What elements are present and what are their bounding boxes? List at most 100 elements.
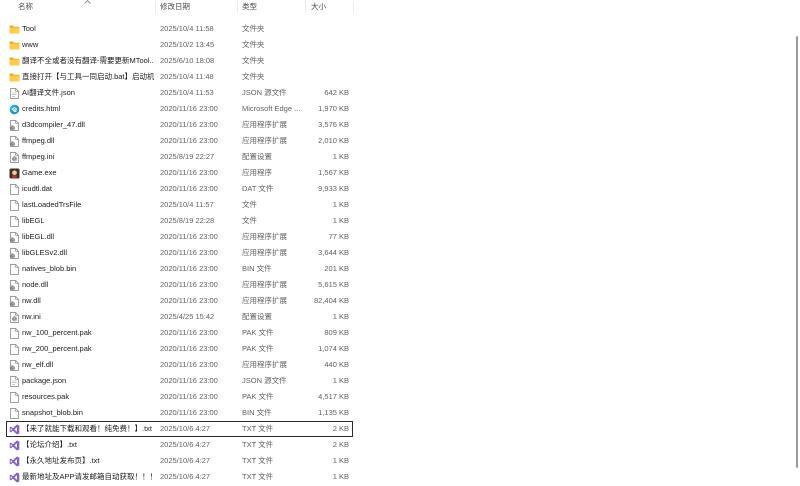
column-header-name[interactable]: 名称 xyxy=(18,0,148,15)
file-size xyxy=(305,37,349,53)
column-divider[interactable] xyxy=(155,1,156,13)
file-row[interactable]: Game.exe 2020/11/16 23:00 应用程序 1,567 KB xyxy=(6,165,353,181)
file-type: TXT 文件 xyxy=(242,472,274,481)
file-row[interactable]: node.dll 2020/11/16 23:00 应用程序扩展 5,615 KB xyxy=(6,277,353,293)
dll-file-icon xyxy=(8,119,20,131)
column-divider[interactable] xyxy=(353,1,354,13)
file-row[interactable]: nw.dll 2020/11/16 23:00 应用程序扩展 82,404 KB xyxy=(6,293,353,309)
file-type: Microsoft Edge ... xyxy=(242,104,301,113)
file-icon xyxy=(8,263,20,275)
file-name: natives_blob.bin xyxy=(22,264,77,273)
file-name: Game.exe xyxy=(22,168,57,177)
vertical-scrollbar-thumb[interactable] xyxy=(796,36,798,468)
file-modified-date: 2020/11/16 23:00 xyxy=(160,136,218,145)
settings-file-icon xyxy=(8,151,20,163)
file-row[interactable]: natives_blob.bin 2020/11/16 23:00 BIN 文件 20… xyxy=(6,261,353,277)
file-size: 440 KB xyxy=(324,360,349,369)
file-row[interactable]: libGLESv2.dll 2020/11/16 23:00 应用程序扩展 3,644… xyxy=(6,245,353,261)
file-size: 201 KB xyxy=(324,264,349,273)
file-size: 1,567 KB xyxy=(318,168,349,177)
file-row[interactable]: libEGL 2025/8/19 22:28 文件 1 KB xyxy=(6,213,353,229)
file-name: 【论坛介绍】.txt xyxy=(22,440,78,449)
column-header-size[interactable]: 大小 xyxy=(311,0,349,15)
file-row[interactable]: 【永久地址发布页】.txt 2025/10/6 4:27 TXT 文件 1 KB xyxy=(6,453,353,469)
file-row[interactable]: libEGL.dll 2020/11/16 23:00 应用程序扩展 77 KB xyxy=(6,229,353,245)
file-row[interactable]: lastLoadedTrsFile 2025/10/4 11:57 文件 1 KB xyxy=(6,197,353,213)
column-header-date-modified[interactable]: 修改日期 xyxy=(160,0,232,15)
file-modified-date: 2020/11/16 23:00 xyxy=(160,296,218,305)
file-type: 文件 xyxy=(242,216,257,225)
file-name: nw_elf.dll xyxy=(22,360,54,369)
file-type: BIN 文件 xyxy=(242,264,272,273)
file-type: 文件 xyxy=(242,200,257,209)
visual-studio-icon xyxy=(8,455,20,467)
file-row[interactable]: nw_100_percent.pak 2020/11/16 23:00 PAK 文件… xyxy=(6,325,353,341)
visual-studio-icon xyxy=(8,471,20,483)
file-modified-date: 2020/11/16 23:00 xyxy=(160,344,218,353)
file-row[interactable]: 【论坛介绍】.txt 2025/10/6 4:27 TXT 文件 2 KB xyxy=(6,437,353,453)
file-modified-date: 2025/10/6 4:27 xyxy=(160,472,211,481)
dll-file-icon xyxy=(8,247,20,259)
file-row[interactable]: www 2025/10/2 13:45 文件夹 xyxy=(6,37,353,53)
dll-file-icon xyxy=(8,359,20,371)
file-row[interactable]: Tool 2025/10/4 11:58 文件夹 xyxy=(6,21,353,37)
file-row[interactable]: snapshot_blob.bin 2020/11/16 23:00 BIN 文件 1… xyxy=(6,405,353,421)
file-name: resources.pak xyxy=(22,392,70,401)
file-modified-date: 2025/8/19 22:28 xyxy=(160,216,215,225)
file-name: libEGL.dll xyxy=(22,232,55,241)
file-row[interactable]: AI翻译文件.json 2025/10/4 11:53 JSON 源文件 642 KB xyxy=(6,85,353,101)
column-header-type[interactable]: 类型 xyxy=(242,0,302,15)
sort-ascending-icon xyxy=(84,0,91,4)
file-row[interactable]: 直接打开【与工具一同启动.bat】启动机翻 2025/10/4 11:48 文件夹 xyxy=(6,69,353,85)
column-header-row: 名称 修改日期 类型 大小 xyxy=(0,0,800,15)
file-name: node.dll xyxy=(22,280,49,289)
file-icon xyxy=(8,327,20,339)
file-name: ffmpeg.dll xyxy=(22,136,55,145)
file-type: 配置设置 xyxy=(242,312,272,321)
file-size: 1 KB xyxy=(332,200,349,209)
file-type: TXT 文件 xyxy=(242,424,274,433)
file-modified-date: 2020/11/16 23:00 xyxy=(160,392,218,401)
file-row[interactable]: package.json 2020/11/16 23:00 JSON 源文件 1 KB xyxy=(6,373,353,389)
folder-icon xyxy=(8,39,20,51)
column-divider[interactable] xyxy=(305,1,306,13)
file-type: 应用程序扩展 xyxy=(242,296,287,305)
file-type: 应用程序扩展 xyxy=(242,120,287,129)
file-modified-date: 2020/11/16 23:00 xyxy=(160,264,218,273)
file-row[interactable]: 最新地址及APP请发邮箱自动获取！！！... 2025/10/6 4:27 TXT … xyxy=(6,469,353,485)
file-name: www xyxy=(22,40,39,49)
file-type: 应用程序扩展 xyxy=(242,280,287,289)
file-name: credits.html xyxy=(22,104,61,113)
file-modified-date: 2020/11/16 23:00 xyxy=(160,104,218,113)
file-type: 应用程序扩展 xyxy=(242,360,287,369)
file-row[interactable]: credits.html 2020/11/16 23:00 Microsoft Ed… xyxy=(6,101,353,117)
file-icon xyxy=(8,183,20,195)
file-row[interactable]: d3dcompiler_47.dll 2020/11/16 23:00 应用程序扩展… xyxy=(6,117,353,133)
file-size: 1,970 KB xyxy=(318,104,349,113)
file-row[interactable]: 翻译不全或者没有翻译-需要更新MTool... 2025/6/10 18:08 文件… xyxy=(6,53,353,69)
folder-icon xyxy=(8,55,20,67)
file-row[interactable]: nw_elf.dll 2020/11/16 23:00 应用程序扩展 440 KB xyxy=(6,357,353,373)
file-row[interactable]: icudtl.dat 2020/11/16 23:00 DAT 文件 9,933 KB xyxy=(6,181,353,197)
file-size xyxy=(305,69,349,85)
file-size: 1 KB xyxy=(332,312,349,321)
file-modified-date: 2025/10/6 4:27 xyxy=(160,456,211,465)
file-name: lastLoadedTrsFile xyxy=(22,200,82,209)
file-size xyxy=(305,53,349,69)
file-modified-date: 2020/11/16 23:00 xyxy=(160,408,218,417)
column-divider[interactable] xyxy=(237,1,238,13)
file-name: Tool xyxy=(22,24,36,33)
file-name: 直接打开【与工具一同启动.bat】启动机翻 xyxy=(22,72,154,81)
file-row[interactable]: ffmpeg.ini 2025/8/19 22:27 配置设置 1 KB xyxy=(6,149,353,165)
file-name: libGLESv2.dll xyxy=(22,248,68,257)
file-type: TXT 文件 xyxy=(242,440,274,449)
file-row[interactable]: nw.ini 2025/4/25 15:42 配置设置 1 KB xyxy=(6,309,353,325)
dll-file-icon xyxy=(8,279,20,291)
file-row[interactable]: ffmpeg.dll 2020/11/16 23:00 应用程序扩展 2,010 KB xyxy=(6,133,353,149)
file-type: 文件夹 xyxy=(242,24,265,33)
file-modified-date: 2025/6/10 18:08 xyxy=(160,56,215,65)
file-row[interactable]: nw_200_percent.pak 2020/11/16 23:00 PAK 文件… xyxy=(6,341,353,357)
file-row[interactable]: 【来了就能下载和观看！纯免费！】.txt 2025/10/6 4:27 TXT 文件… xyxy=(6,421,353,437)
file-row[interactable]: resources.pak 2020/11/16 23:00 PAK 文件 4,517… xyxy=(6,389,353,405)
visual-studio-icon xyxy=(8,423,20,435)
